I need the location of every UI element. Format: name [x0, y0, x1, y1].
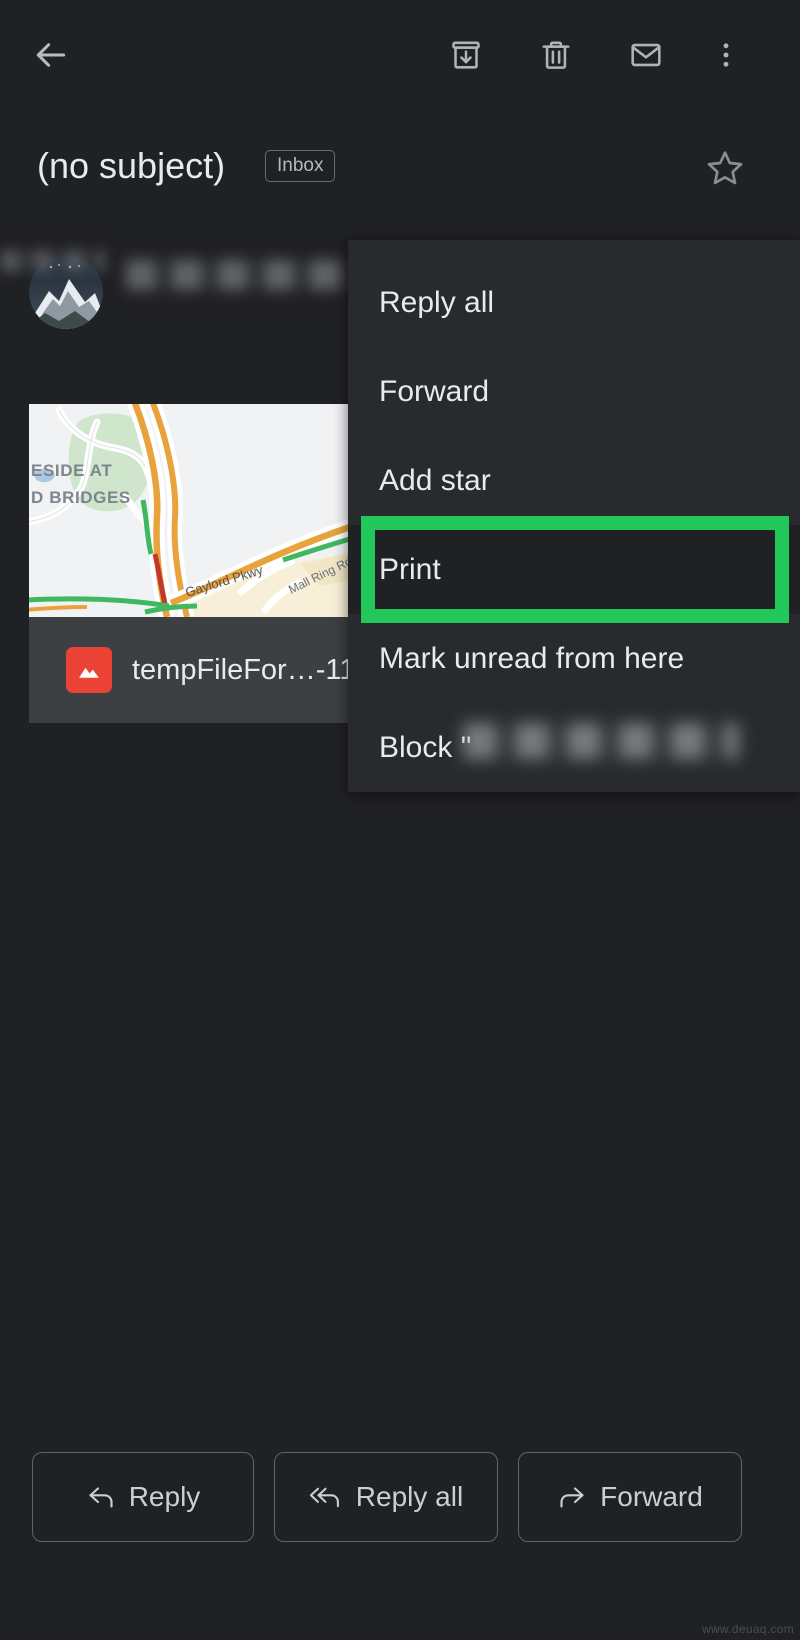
menu-item-mark-unread-from-here[interactable]: Mark unread from here	[348, 614, 800, 703]
mark-unread-icon	[631, 43, 661, 67]
archive-button[interactable]	[437, 26, 495, 84]
star-outline-icon	[707, 151, 743, 185]
reply-arrow-icon	[89, 1487, 113, 1508]
blocked-sender-redacted	[463, 723, 739, 759]
more-options-button[interactable]	[697, 26, 755, 84]
menu-item-add-star[interactable]: Add star	[348, 436, 800, 525]
menu-item-print[interactable]: Print	[348, 525, 800, 614]
reply-all-button-label: Reply all	[355, 1481, 464, 1512]
attachment-chip[interactable]: tempFileFor…-1138	[29, 617, 353, 723]
forward-button[interactable]: Forward	[518, 1452, 742, 1542]
menu-item-block-sender[interactable]: Block "	[348, 703, 800, 792]
archive-icon	[452, 41, 480, 69]
image-file-icon	[66, 647, 112, 693]
star-button[interactable]	[697, 140, 753, 196]
forward-button-label: Forward	[600, 1481, 703, 1512]
svg-text:D BRIDGES: D BRIDGES	[31, 488, 131, 507]
attachment-card[interactable]: ESIDE AT D BRIDGES Gaylord Pkwy Mall Rin…	[29, 404, 353, 723]
overflow-menu: Reply all Forward Add star Print Mark un…	[348, 240, 800, 792]
more-vertical-icon	[723, 43, 729, 67]
app-bar	[0, 0, 800, 108]
reply-button[interactable]: Reply	[32, 1452, 254, 1542]
sender-meta-redacted	[0, 250, 105, 272]
bottom-action-bar: Reply Reply all Forward	[0, 1452, 800, 1542]
watermark: www.deuaq.com	[702, 1622, 794, 1636]
attachment-file-name: tempFileFor…-1138	[132, 653, 353, 686]
reply-all-arrow-icon	[309, 1487, 339, 1508]
menu-item-block-label: Block "	[379, 730, 472, 764]
delete-button[interactable]	[527, 26, 585, 84]
forward-arrow-icon	[560, 1487, 584, 1508]
phone-screen: (no subject) Inbox ESIDE AT D BRIDGES Ga…	[0, 0, 800, 1640]
label-chip-inbox[interactable]: Inbox	[265, 150, 336, 182]
map-thumbnail[interactable]: ESIDE AT D BRIDGES Gaylord Pkwy Mall Rin…	[29, 404, 353, 617]
reply-button-label: Reply	[128, 1481, 201, 1512]
svg-text:ESIDE AT: ESIDE AT	[31, 461, 112, 480]
reply-all-button[interactable]: Reply all	[274, 1452, 498, 1542]
back-button[interactable]	[22, 26, 80, 84]
back-arrow-icon	[36, 43, 66, 67]
photo-glyph-icon	[79, 667, 99, 678]
subject-row: (no subject) Inbox	[0, 128, 800, 206]
trash-icon	[542, 41, 570, 69]
menu-item-reply-all[interactable]: Reply all	[348, 258, 800, 347]
menu-item-forward[interactable]: Forward	[348, 347, 800, 436]
sender-name-redacted	[126, 260, 352, 290]
map-image: ESIDE AT D BRIDGES Gaylord Pkwy Mall Rin…	[29, 404, 353, 617]
mark-unread-button[interactable]	[617, 26, 675, 84]
page-title: (no subject)	[37, 145, 226, 186]
